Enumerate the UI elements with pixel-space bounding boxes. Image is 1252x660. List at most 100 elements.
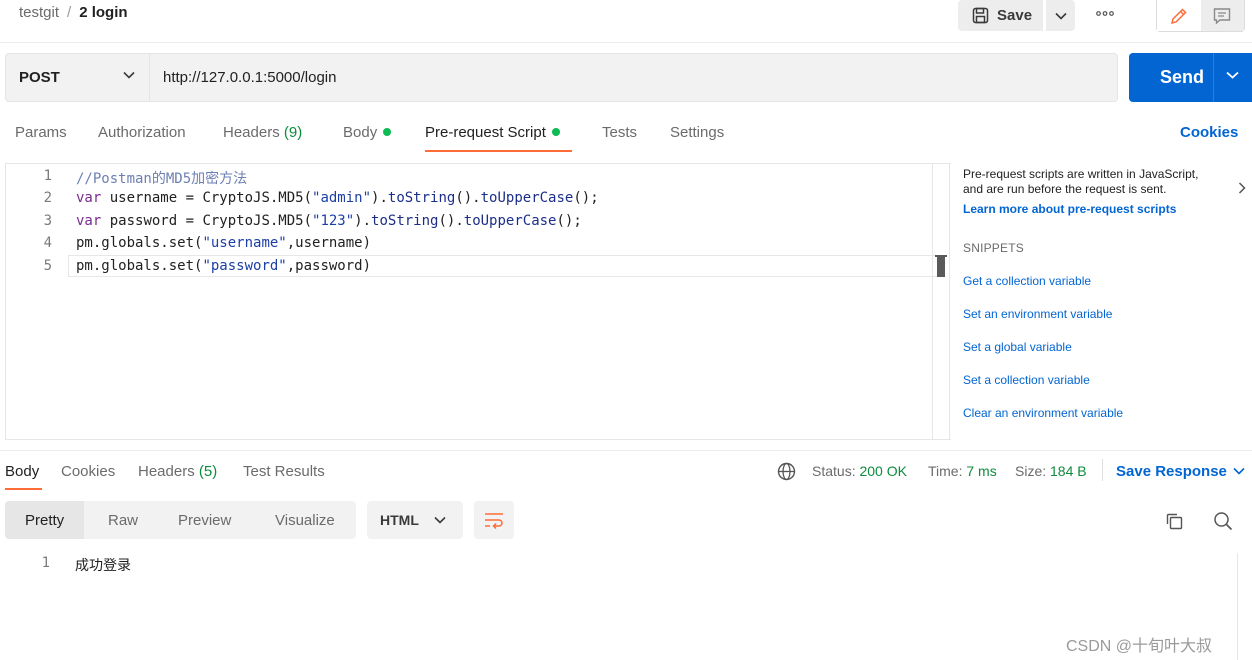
breadcrumb-collection[interactable]: testgit — [19, 4, 59, 21]
line-number: 2 — [43, 190, 52, 206]
globe-icon[interactable] — [777, 462, 796, 481]
snippets-description: Pre-request scripts are written in JavaS… — [963, 167, 1199, 196]
code-function: toUpperCase — [480, 190, 574, 206]
size-value: 184 B — [1050, 463, 1087, 479]
time-value: 7 ms — [966, 463, 997, 479]
code-text: ,username) — [286, 235, 372, 251]
cookies-link[interactable]: Cookies — [1180, 124, 1238, 141]
response-tab-body[interactable]: Body — [5, 463, 39, 480]
save-options-button[interactable] — [1046, 0, 1075, 31]
tab-headers-label: Headers — [223, 124, 280, 141]
send-button[interactable]: Send — [1129, 53, 1252, 102]
tab-tests[interactable]: Tests — [602, 124, 637, 141]
code-text: pm.globals.set( — [76, 235, 203, 251]
tab-pre-request-script[interactable]: Pre-request Script — [425, 124, 560, 141]
code-keyword: var — [76, 190, 102, 206]
tab-body[interactable]: Body — [343, 124, 392, 141]
wrap-lines-button[interactable] — [474, 501, 514, 539]
comments-panel-toggle[interactable] — [1200, 0, 1244, 31]
tab-headers-count: (9) — [283, 124, 303, 141]
active-tab-indicator — [425, 150, 572, 152]
tab-prerequest-label: Pre-request Script — [425, 124, 546, 141]
code-text: ,password) — [286, 258, 372, 274]
learn-more-link[interactable]: Learn more about pre-request scripts — [963, 202, 1248, 216]
save-button[interactable]: Save — [958, 0, 1043, 31]
meta-divider — [1102, 459, 1103, 481]
code-string: "123" — [312, 213, 355, 229]
copy-icon[interactable] — [1164, 511, 1184, 531]
scrollbar-thumb[interactable] — [937, 255, 945, 277]
comment-icon — [1214, 7, 1231, 25]
script-editor[interactable]: 1 2 3 4 5 //Postman的MD5加密方法 var username… — [5, 163, 951, 440]
response-tab-test-results[interactable]: Test Results — [243, 463, 325, 480]
snippets-heading: SNIPPETS — [963, 241, 1024, 255]
chevron-down-icon — [1054, 12, 1067, 20]
code-text: (); — [556, 213, 582, 229]
code-text: password = CryptoJS.MD5( — [101, 213, 313, 229]
code-text: (). — [455, 190, 481, 206]
view-mode-pretty[interactable]: Pretty — [5, 501, 85, 539]
language-value: HTML — [380, 512, 419, 528]
tab-authorization[interactable]: Authorization — [98, 124, 186, 141]
chevron-down-icon[interactable] — [1226, 71, 1239, 79]
code-function: toString — [387, 190, 456, 206]
save-response-label: Save Response — [1116, 463, 1227, 480]
code-function: toUpperCase — [463, 213, 557, 229]
response-tab-cookies[interactable]: Cookies — [61, 463, 115, 480]
editor-scrollbar[interactable] — [932, 163, 950, 440]
breadcrumb-separator: / — [67, 4, 72, 21]
view-mode-raw[interactable]: Raw — [108, 501, 138, 539]
save-response-button[interactable]: Save Response — [1116, 463, 1245, 480]
pencil-icon — [1170, 7, 1187, 24]
tab-headers[interactable]: Headers (9) — [223, 124, 302, 141]
tab-params[interactable]: Params — [15, 124, 67, 141]
code-line-5: pm.globals.set("password",password) — [76, 258, 371, 274]
snippet-item[interactable]: Set a collection variable — [963, 373, 1248, 387]
response-divider — [0, 450, 1252, 451]
save-icon — [972, 7, 989, 24]
code-line-1: //Postman的MD5加密方法 — [76, 171, 248, 187]
response-tab-headers[interactable]: Headers (5) — [138, 463, 217, 480]
code-text: (); — [573, 190, 599, 206]
response-scrollbar[interactable] — [1237, 553, 1252, 660]
size-label: Size: — [1015, 463, 1047, 479]
view-mode-segmented-control: Pretty Raw Preview Visualize — [5, 501, 356, 539]
url-value: http://127.0.0.1:5000/login — [163, 69, 337, 86]
response-body-text: 成功登录 — [75, 558, 131, 574]
view-mode-preview[interactable]: Preview — [178, 501, 231, 539]
search-icon[interactable] — [1213, 511, 1233, 531]
chevron-down-icon — [123, 71, 135, 79]
status-label: Status: — [812, 463, 856, 479]
line-number: 1 — [43, 168, 52, 184]
line-number: 4 — [43, 235, 52, 251]
chevron-right-icon[interactable] — [1238, 182, 1246, 194]
code-text: username = CryptoJS.MD5( — [101, 190, 313, 206]
method-select[interactable]: POST — [5, 53, 150, 102]
language-select[interactable]: HTML — [367, 501, 463, 539]
view-mode-visualize[interactable]: Visualize — [275, 501, 335, 539]
snippet-item[interactable]: Set a global variable — [963, 340, 1248, 354]
code-string: "password" — [202, 258, 287, 274]
more-horizontal-icon — [1096, 10, 1114, 16]
snippets-panel: Pre-request scripts are written in JavaS… — [963, 167, 1248, 440]
send-divider — [1213, 53, 1214, 102]
edit-panel-toggle[interactable] — [1157, 0, 1201, 31]
code-string: "username" — [202, 235, 287, 251]
snippet-item[interactable]: Clear an environment variable — [963, 406, 1248, 420]
breadcrumb-request-name[interactable]: 2 login — [79, 4, 127, 21]
url-input[interactable]: http://127.0.0.1:5000/login — [150, 53, 1118, 102]
watermark: CSDN @十旬叶大叔 — [1066, 638, 1213, 655]
snippet-item[interactable]: Set an environment variable — [963, 307, 1248, 321]
response-headers-label: Headers — [138, 463, 195, 480]
request-tabs: Params Authorization Headers (9) Body Pr… — [0, 113, 1252, 155]
tab-settings[interactable]: Settings — [670, 124, 724, 141]
active-tab-indicator — [5, 488, 42, 490]
method-value: POST — [19, 69, 60, 86]
breadcrumb: testgit / 2 login — [19, 4, 128, 21]
more-actions-button[interactable] — [1090, 4, 1120, 22]
snippet-item[interactable]: Get a collection variable — [963, 274, 1248, 288]
status-dot — [551, 128, 560, 136]
response-line-number: 1 — [41, 555, 50, 571]
tab-body-label: Body — [343, 124, 378, 141]
wrap-lines-icon — [485, 513, 503, 529]
